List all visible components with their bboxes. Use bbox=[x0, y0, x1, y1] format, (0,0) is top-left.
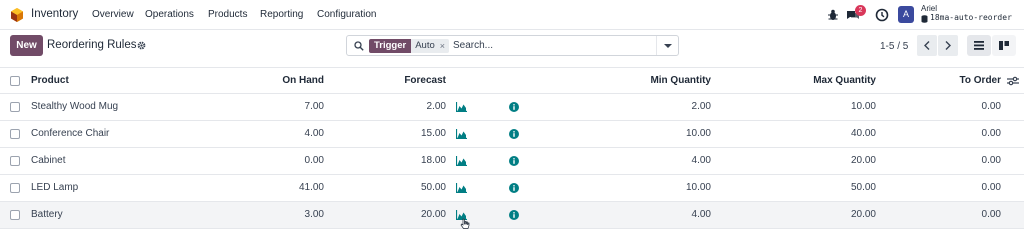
table-row[interactable]: Stealthy Wood Mug 7.00 2.00 2.00 10.00 0… bbox=[0, 94, 1024, 121]
to-order-cell: 0.00 bbox=[981, 155, 1001, 166]
forecast-cell: 20.00 bbox=[420, 209, 446, 220]
chevron-right-icon bbox=[945, 41, 951, 50]
facet-label: Trigger bbox=[369, 39, 412, 53]
product-cell[interactable]: Stealthy Wood Mug bbox=[31, 94, 118, 120]
kanban-view-icon bbox=[999, 41, 1009, 50]
column-min-quantity[interactable]: Min Quantity bbox=[611, 68, 711, 94]
row-checkbox[interactable] bbox=[10, 102, 20, 112]
user-name[interactable]: Ariel bbox=[921, 4, 937, 13]
column-max-quantity[interactable]: Max Quantity bbox=[776, 68, 876, 94]
search-bar[interactable]: Trigger Auto × bbox=[346, 35, 679, 56]
max-quantity-cell: 20.00 bbox=[850, 155, 876, 166]
facet-close-icon[interactable]: × bbox=[440, 39, 445, 53]
chevron-down-icon bbox=[664, 44, 672, 48]
row-checkbox[interactable] bbox=[10, 156, 20, 166]
mouse-pointer-icon bbox=[460, 218, 470, 229]
table-row[interactable]: Conference Chair 4.00 15.00 10.00 40.00 … bbox=[0, 121, 1024, 148]
app-name[interactable]: Inventory bbox=[31, 8, 78, 20]
graph-icon[interactable] bbox=[456, 156, 467, 166]
info-icon[interactable] bbox=[509, 102, 519, 112]
product-cell[interactable]: Cabinet bbox=[31, 148, 65, 174]
menu-reporting[interactable]: Reporting bbox=[260, 9, 303, 20]
search-facet[interactable]: Trigger Auto × bbox=[369, 39, 450, 53]
forecast-cell: 15.00 bbox=[420, 128, 446, 139]
row-checkbox[interactable] bbox=[10, 129, 20, 139]
on-hand-cell: 3.00 bbox=[304, 209, 324, 220]
new-button[interactable]: New bbox=[10, 35, 43, 56]
search-icon[interactable] bbox=[354, 41, 364, 51]
facet-value-text: Auto bbox=[415, 40, 435, 51]
on-hand-cell: 7.00 bbox=[304, 101, 324, 112]
product-cell[interactable]: Battery bbox=[31, 202, 63, 228]
select-all-checkbox[interactable] bbox=[10, 76, 20, 86]
info-icon[interactable] bbox=[509, 183, 519, 193]
column-on-hand[interactable]: On Hand bbox=[224, 68, 324, 94]
column-product[interactable]: Product bbox=[31, 68, 69, 94]
graph-icon[interactable] bbox=[456, 129, 467, 139]
database-icon bbox=[921, 15, 928, 23]
to-order-cell: 0.00 bbox=[981, 209, 1001, 220]
column-settings-icon[interactable] bbox=[1007, 76, 1019, 86]
row-checkbox[interactable] bbox=[10, 210, 20, 220]
product-cell[interactable]: LED Lamp bbox=[31, 175, 78, 201]
max-quantity-cell: 10.00 bbox=[850, 101, 876, 112]
menu-overview[interactable]: Overview bbox=[92, 9, 134, 20]
pager-value[interactable]: 1-5 / 5 bbox=[880, 41, 908, 52]
graph-icon[interactable] bbox=[456, 183, 467, 193]
facet-value: Auto × bbox=[411, 39, 450, 53]
forecast-cell: 50.00 bbox=[420, 182, 446, 193]
to-order-cell: 0.00 bbox=[981, 182, 1001, 193]
max-quantity-cell: 40.00 bbox=[850, 128, 876, 139]
max-quantity-cell: 50.00 bbox=[850, 182, 876, 193]
list-view-icon bbox=[974, 41, 984, 50]
page-title: Reordering Rules bbox=[47, 39, 137, 51]
column-to-order[interactable]: To Order bbox=[901, 68, 1001, 94]
to-order-cell: 0.00 bbox=[981, 128, 1001, 139]
info-icon[interactable] bbox=[509, 156, 519, 166]
to-order-cell: 0.00 bbox=[981, 101, 1001, 112]
min-quantity-cell: 10.00 bbox=[685, 128, 711, 139]
forecast-cell: 2.00 bbox=[426, 101, 446, 112]
pager-previous-button[interactable] bbox=[917, 35, 937, 56]
pager-next-button[interactable] bbox=[938, 35, 958, 56]
kanban-view-button[interactable] bbox=[992, 35, 1016, 56]
info-icon[interactable] bbox=[509, 210, 519, 220]
inventory-logo-icon[interactable] bbox=[10, 8, 24, 22]
avatar[interactable]: A bbox=[898, 6, 914, 23]
table-row[interactable]: Battery 3.00 20.00 4.00 20.00 0.00 bbox=[0, 202, 1024, 229]
menu-operations[interactable]: Operations bbox=[145, 9, 194, 20]
reordering-rules-table: Product On Hand Forecast Min Quantity Ma… bbox=[0, 67, 1024, 229]
table-row[interactable]: Cabinet 0.00 18.00 4.00 20.00 0.00 bbox=[0, 148, 1024, 175]
menu-products[interactable]: Products bbox=[208, 9, 247, 20]
on-hand-cell: 0.00 bbox=[304, 155, 324, 166]
min-quantity-cell: 10.00 bbox=[685, 182, 711, 193]
forecast-cell: 18.00 bbox=[420, 155, 446, 166]
search-input[interactable] bbox=[453, 38, 653, 53]
table-row[interactable]: LED Lamp 41.00 50.00 10.00 50.00 0.00 bbox=[0, 175, 1024, 202]
clock-icon[interactable] bbox=[875, 8, 889, 22]
chevron-left-icon bbox=[924, 41, 930, 50]
on-hand-cell: 4.00 bbox=[304, 128, 324, 139]
on-hand-cell: 41.00 bbox=[298, 182, 324, 193]
min-quantity-cell: 2.00 bbox=[691, 101, 711, 112]
info-icon[interactable] bbox=[509, 129, 519, 139]
graph-icon[interactable] bbox=[456, 102, 467, 112]
min-quantity-cell: 4.00 bbox=[691, 155, 711, 166]
list-view-button[interactable] bbox=[967, 35, 991, 56]
min-quantity-cell: 4.00 bbox=[691, 209, 711, 220]
bug-icon[interactable] bbox=[826, 8, 840, 22]
database-name[interactable]: 18ma-auto-reorder bbox=[930, 13, 1012, 22]
top-navbar: Inventory Overview Operations Products R… bbox=[0, 0, 1024, 30]
row-checkbox[interactable] bbox=[10, 183, 20, 193]
column-forecast[interactable]: Forecast bbox=[346, 68, 446, 94]
product-cell[interactable]: Conference Chair bbox=[31, 121, 109, 147]
table-header: Product On Hand Forecast Min Quantity Ma… bbox=[0, 67, 1024, 94]
search-options-toggle[interactable] bbox=[656, 36, 678, 55]
menu-configuration[interactable]: Configuration bbox=[317, 9, 376, 20]
gear-icon[interactable] bbox=[137, 41, 146, 50]
chat-badge: 2 bbox=[855, 5, 866, 16]
max-quantity-cell: 20.00 bbox=[850, 209, 876, 220]
